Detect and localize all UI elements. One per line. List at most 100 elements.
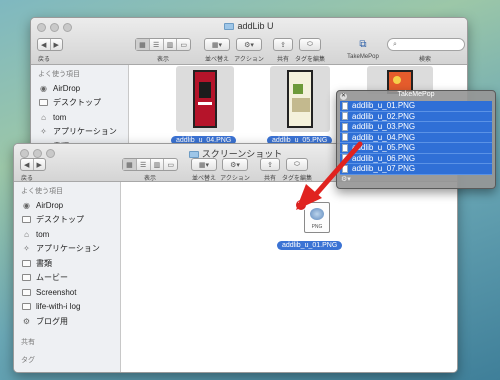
back-label: 戻る: [20, 176, 33, 182]
front-sidebar: よく使う項目 ◉ AirDrop デスクトップ ⌂ tom ✧ アプリケーション 書類…: [14, 182, 121, 372]
action-button[interactable]: ⚙▾: [222, 158, 248, 171]
search-icon: ⌕: [393, 40, 397, 48]
sidebar-item-life-with-i-log[interactable]: life-with-i log: [14, 300, 120, 315]
airdrop-icon: ◉: [40, 83, 47, 93]
back-button[interactable]: ◀: [38, 39, 51, 50]
document-icon: [342, 122, 348, 131]
takemepop-panel: ✕ TakeMePop addlib_u_01.PNG addlib_u_02.…: [336, 90, 496, 189]
tag-label: タグを編集: [281, 176, 312, 182]
popup-file-row[interactable]: addlib_u_07.PNG: [340, 164, 492, 175]
gear-icon: ⚙: [22, 316, 31, 326]
movies-icon: [22, 274, 31, 282]
applications-icon: ✧: [40, 127, 47, 137]
drag-count-badge: 10: [295, 199, 307, 211]
takemepop-label: TakeMePop: [347, 54, 379, 60]
takemepop-button[interactable]: ⧉: [355, 38, 371, 51]
popup-file-row[interactable]: addlib_u_01.PNG: [340, 101, 492, 112]
shared-header: 共有: [21, 338, 35, 346]
search-label: 検索: [418, 57, 431, 63]
file-view[interactable]: PNG 10 addlib_u_01.PNG: [121, 182, 457, 372]
action-label: アクション: [220, 176, 250, 182]
sidebar-item-applications[interactable]: ✧ アプリケーション: [31, 125, 128, 140]
window-title: addLib U: [31, 21, 467, 31]
airdrop-icon: ◉: [23, 200, 30, 210]
popup-footer: ⚙▾: [337, 175, 495, 185]
share-button[interactable]: ⇪: [260, 158, 280, 171]
popup-file-row[interactable]: addlib_u_04.PNG: [340, 132, 492, 143]
back-button[interactable]: ◀: [21, 159, 34, 170]
document-icon: [342, 133, 348, 142]
coverflow-view-button[interactable]: ▭: [164, 159, 177, 170]
list-view-button[interactable]: ☰: [137, 159, 151, 170]
document-icon: [342, 164, 348, 173]
thumbnail-image: [287, 70, 313, 128]
desktop-icon: [22, 216, 31, 224]
home-icon: ⌂: [41, 112, 46, 122]
action-label: アクション: [234, 57, 264, 63]
list-view-button[interactable]: ☰: [150, 39, 164, 50]
view-buttons[interactable]: ▦ ☰ ▥ ▭: [135, 38, 191, 51]
document-icon: [342, 112, 348, 121]
popup-file-row[interactable]: addlib_u_02.PNG: [340, 111, 492, 122]
tags-header: タグ: [21, 356, 35, 364]
sidebar-item-desktop[interactable]: デスクトップ: [14, 213, 120, 228]
folder-icon: [188, 151, 199, 158]
share-button[interactable]: ⇪: [273, 38, 293, 51]
arrange-button[interactable]: ▦▾: [204, 38, 230, 51]
popup-titlebar: ✕ TakeMePop: [340, 91, 435, 100]
desktop-icon: [39, 99, 48, 107]
arrange-button[interactable]: ▦▾: [191, 158, 217, 171]
search-input[interactable]: ⌕: [387, 38, 465, 51]
view-buttons[interactable]: ▦ ☰ ▥ ▭: [122, 158, 178, 171]
popup-file-row[interactable]: addlib_u_06.PNG: [340, 153, 492, 164]
column-view-button[interactable]: ▥: [151, 159, 165, 170]
png-file-icon: [310, 208, 324, 220]
popup-file-row[interactable]: addlib_u_03.PNG: [340, 122, 492, 133]
forward-button[interactable]: ▶: [34, 159, 46, 170]
back-label: 戻る: [37, 57, 50, 63]
back-forward-buttons[interactable]: ◀ ▶: [37, 38, 63, 51]
document-icon: [342, 154, 348, 163]
file-name-label[interactable]: addlib_u_01.PNG: [277, 241, 343, 250]
thumbnail-image: [193, 70, 217, 128]
close-icon[interactable]: ✕: [340, 93, 347, 100]
sidebar-item-home[interactable]: ⌂ tom: [14, 227, 120, 242]
favorites-header: よく使う項目: [21, 188, 63, 195]
icon-view-button[interactable]: ▦: [136, 39, 150, 50]
tag-button[interactable]: ⬭: [286, 158, 308, 171]
folder-icon: [22, 303, 31, 311]
sidebar-item-movies[interactable]: ムービー: [14, 271, 120, 286]
back-forward-buttons[interactable]: ◀ ▶: [20, 158, 46, 171]
folder-icon: [22, 288, 31, 296]
view-label: 表示: [143, 176, 156, 182]
icon-view-button[interactable]: ▦: [123, 159, 137, 170]
dragged-file-icon[interactable]: PNG: [304, 202, 330, 233]
file-item[interactable]: [176, 66, 234, 132]
documents-icon: [22, 259, 31, 267]
document-icon: [342, 143, 348, 152]
folder-icon: [224, 23, 235, 30]
sidebar-item-documents[interactable]: 書類: [14, 256, 120, 271]
view-label: 表示: [156, 57, 169, 63]
sidebar-item-applications[interactable]: ✧ アプリケーション: [14, 242, 120, 257]
sidebar-item-airdrop[interactable]: ◉ AirDrop: [14, 198, 120, 213]
sidebar-item-screenshot[interactable]: Screenshot: [14, 285, 120, 300]
sidebar-item-blog[interactable]: ⚙ ブログ用: [14, 314, 120, 329]
tag-button[interactable]: ⬭: [299, 38, 321, 51]
sidebar-item-desktop[interactable]: デスクトップ: [31, 96, 128, 111]
file-type-caption: PNG: [311, 224, 323, 230]
home-icon: ⌂: [24, 229, 29, 239]
coverflow-view-button[interactable]: ▭: [177, 39, 190, 50]
tag-label: タグを編集: [294, 57, 325, 63]
file-item[interactable]: [270, 66, 330, 132]
popup-file-row[interactable]: addlib_u_05.PNG: [340, 143, 492, 154]
applications-icon: ✧: [23, 244, 30, 254]
back-toolbar: addLib U ◀ ▶ 戻る ▦ ☰ ▥ ▭ 表示 ▦▾ 並べ替え ⚙▾ アクション …: [31, 18, 467, 65]
gear-icon[interactable]: ⚙▾: [341, 176, 351, 183]
action-button[interactable]: ⚙▾: [236, 38, 262, 51]
favorites-header: よく使う項目: [38, 71, 80, 78]
column-view-button[interactable]: ▥: [164, 39, 178, 50]
sidebar-item-home[interactable]: ⌂ tom: [31, 110, 128, 125]
sidebar-item-airdrop[interactable]: ◉ AirDrop: [31, 81, 128, 96]
forward-button[interactable]: ▶: [51, 39, 63, 50]
